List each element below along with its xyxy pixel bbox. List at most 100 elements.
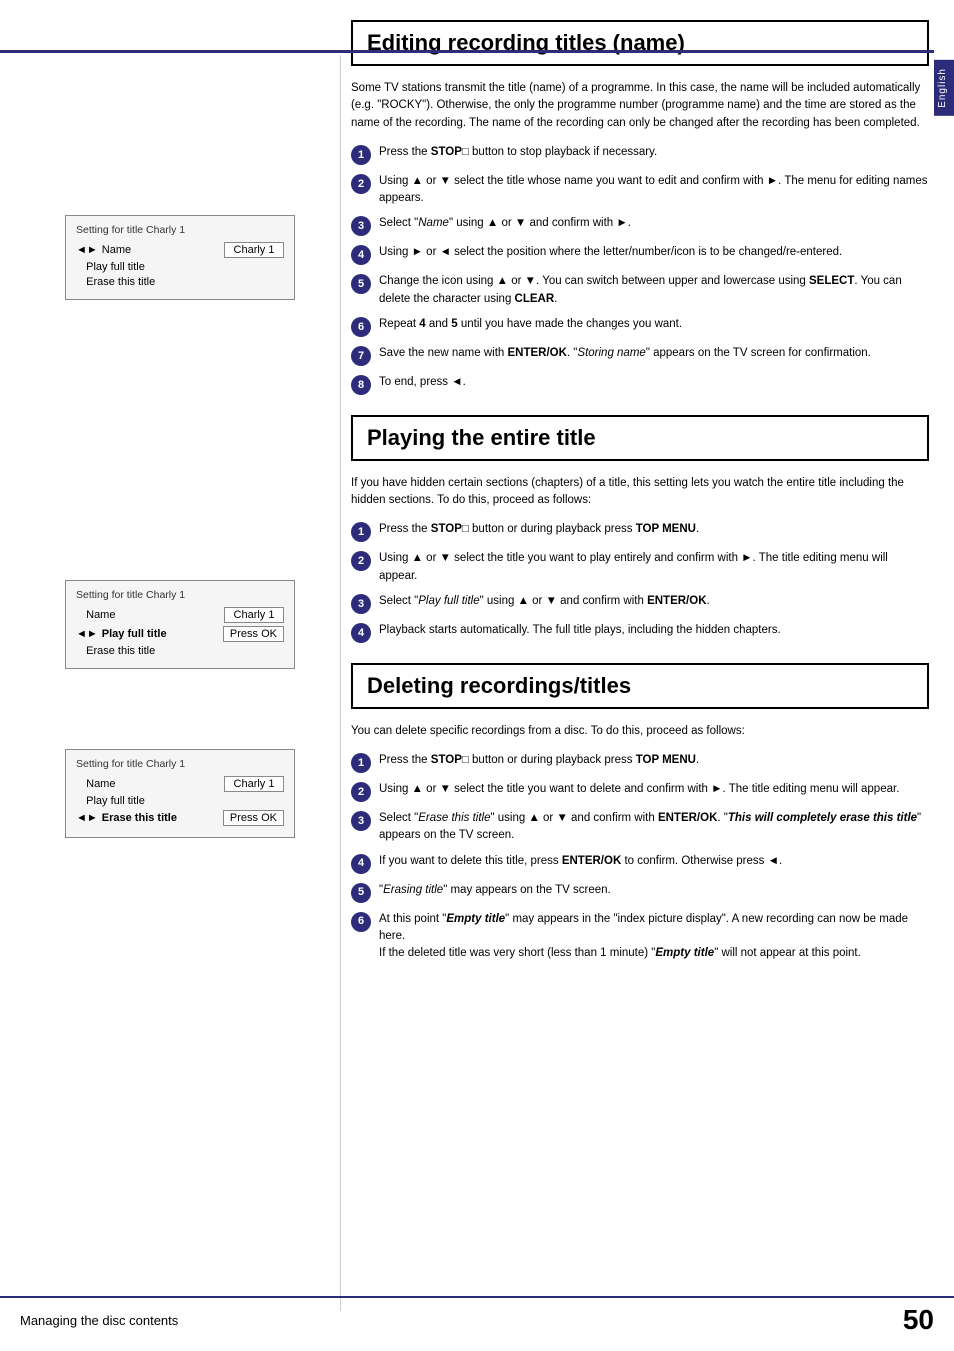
step-text-7: Save the new name with ENTER/OK. "Storin… xyxy=(379,345,929,362)
step-text-6: Repeat 4 and 5 until you have made the c… xyxy=(379,316,929,333)
step-item: 6 Repeat 4 and 5 until you have made the… xyxy=(351,316,929,337)
step-number-5: 5 xyxy=(351,274,371,294)
step-number-7: 7 xyxy=(351,346,371,366)
step-item: 2 Using ▲ or ▼ select the title you want… xyxy=(351,781,929,802)
footer-left-text: Managing the disc contents xyxy=(20,1313,178,1328)
screen2-row2-value: Press OK xyxy=(223,626,284,642)
screen3-row2-label: Play full title xyxy=(86,795,284,807)
step-text-s3-5: "Erasing title" may appears on the TV sc… xyxy=(379,882,929,899)
step-item: 3 Select "Erase this title" using ▲ or ▼… xyxy=(351,810,929,845)
screen1-row3-arrow xyxy=(76,276,82,288)
screen1-row2-label: Play full title xyxy=(86,261,284,273)
screen1-row3: Erase this title xyxy=(76,276,284,288)
step-number-s3-6: 6 xyxy=(351,912,371,932)
screen3-row2: Play full title xyxy=(76,795,284,807)
screen3-row1-label: Name xyxy=(86,778,224,790)
screen3-row3-label: Erase this title xyxy=(102,812,223,824)
step-number-2: 2 xyxy=(351,174,371,194)
screen3-row3: ◄► Erase this title Press OK xyxy=(76,810,284,826)
step-text-s2-3: Select "Play full title" using ▲ or ▼ an… xyxy=(379,593,929,610)
section2-steps: 1 Press the STOP□ button or during playb… xyxy=(351,521,929,643)
step-item: 4 If you want to delete this title, pres… xyxy=(351,853,929,874)
right-panel: Editing recording titles (name) Some TV … xyxy=(341,0,954,1351)
screen1-row1: ◄► Name Charly 1 xyxy=(76,242,284,258)
left-panel: Setting for title Charly 1 ◄► Name Charl… xyxy=(0,0,340,1351)
section2-title: Playing the entire title xyxy=(351,415,929,461)
screen2-row2: ◄► Play full title Press OK xyxy=(76,626,284,642)
step-number-s2-4: 4 xyxy=(351,623,371,643)
screen2-row3-arrow xyxy=(76,645,82,657)
screen2-row3: Erase this title xyxy=(76,645,284,657)
step-text-4: Using ► or ◄ select the position where t… xyxy=(379,244,929,261)
screen1-row1-arrow: ◄► xyxy=(76,244,98,256)
screen3-row3-arrow: ◄► xyxy=(76,812,98,824)
screen2-row1-arrow xyxy=(76,609,82,621)
step-number-s2-1: 1 xyxy=(351,522,371,542)
step-number-s3-1: 1 xyxy=(351,753,371,773)
screen-mockup-1: Setting for title Charly 1 ◄► Name Charl… xyxy=(65,215,295,300)
step-item: 6 At this point "Empty title" may appear… xyxy=(351,911,929,963)
footer-page-number: 50 xyxy=(903,1304,934,1336)
step-text-s3-4: If you want to delete this title, press … xyxy=(379,853,929,870)
step-text-s2-2: Using ▲ or ▼ select the title you want t… xyxy=(379,550,929,585)
section1-title: Editing recording titles (name) xyxy=(351,20,929,66)
screen3-title: Setting for title Charly 1 xyxy=(76,758,284,770)
screen3-row1-value: Charly 1 xyxy=(224,776,284,792)
screen3-row2-arrow xyxy=(76,795,82,807)
step-item: 7 Save the new name with ENTER/OK. "Stor… xyxy=(351,345,929,366)
step-text-2: Using ▲ or ▼ select the title whose name… xyxy=(379,173,929,208)
screen2-row2-arrow: ◄► xyxy=(76,628,98,640)
screen2-row1-label: Name xyxy=(86,609,224,621)
step-item: 4 Using ► or ◄ select the position where… xyxy=(351,244,929,265)
section2-intro: If you have hidden certain sections (cha… xyxy=(351,475,929,510)
step-item: 5 "Erasing title" may appears on the TV … xyxy=(351,882,929,903)
step-item: 4 Playback starts automatically. The ful… xyxy=(351,622,929,643)
step-number-s3-4: 4 xyxy=(351,854,371,874)
screen1-row1-label: Name xyxy=(102,244,224,256)
step-number-s2-2: 2 xyxy=(351,551,371,571)
step-item: 8 To end, press ◄. xyxy=(351,374,929,395)
screen2-row1-value: Charly 1 xyxy=(224,607,284,623)
screen1-title: Setting for title Charly 1 xyxy=(76,224,284,236)
step-item: 1 Press the STOP□ button or during playb… xyxy=(351,752,929,773)
step-number-s3-2: 2 xyxy=(351,782,371,802)
step-text-s3-3: Select "Erase this title" using ▲ or ▼ a… xyxy=(379,810,929,845)
step-text-s3-6: At this point "Empty title" may appears … xyxy=(379,911,929,963)
step-text-s2-4: Playback starts automatically. The full … xyxy=(379,622,929,639)
step-item: 3 Select "Name" using ▲ or ▼ and confirm… xyxy=(351,215,929,236)
page-footer: Managing the disc contents 50 xyxy=(0,1296,954,1336)
language-tab: English xyxy=(934,60,954,116)
step-text-1: Press the STOP□ button to stop playback … xyxy=(379,144,929,161)
step-text-8: To end, press ◄. xyxy=(379,374,929,391)
step-text-s3-1: Press the STOP□ button or during playbac… xyxy=(379,752,929,769)
screen-mockup-3: Setting for title Charly 1 Name Charly 1… xyxy=(65,749,295,838)
step-text-3: Select "Name" using ▲ or ▼ and confirm w… xyxy=(379,215,929,232)
step-text-5: Change the icon using ▲ or ▼. You can sw… xyxy=(379,273,929,308)
section3-intro: You can delete specific recordings from … xyxy=(351,723,929,740)
section1-intro: Some TV stations transmit the title (nam… xyxy=(351,80,929,132)
step-text-s2-1: Press the STOP□ button or during playbac… xyxy=(379,521,929,538)
section3-steps: 1 Press the STOP□ button or during playb… xyxy=(351,752,929,962)
step-item: 2 Using ▲ or ▼ select the title you want… xyxy=(351,550,929,585)
step-number-6: 6 xyxy=(351,317,371,337)
step-item: 3 Select "Play full title" using ▲ or ▼ … xyxy=(351,593,929,614)
section1-steps: 1 Press the STOP□ button to stop playbac… xyxy=(351,144,929,395)
screen1-row3-label: Erase this title xyxy=(86,276,284,288)
screen2-title: Setting for title Charly 1 xyxy=(76,589,284,601)
step-number-s3-5: 5 xyxy=(351,883,371,903)
step-number-4: 4 xyxy=(351,245,371,265)
screen3-row1-arrow xyxy=(76,778,82,790)
step-number-s2-3: 3 xyxy=(351,594,371,614)
screen1-row2: Play full title xyxy=(76,261,284,273)
screen1-row1-value: Charly 1 xyxy=(224,242,284,258)
step-item: 5 Change the icon using ▲ or ▼. You can … xyxy=(351,273,929,308)
screen3-row1: Name Charly 1 xyxy=(76,776,284,792)
screen1-row2-arrow xyxy=(76,261,82,273)
screen2-row1: Name Charly 1 xyxy=(76,607,284,623)
step-item: 1 Press the STOP□ button to stop playbac… xyxy=(351,144,929,165)
screen3-row3-value: Press OK xyxy=(223,810,284,826)
step-item: 1 Press the STOP□ button or during playb… xyxy=(351,521,929,542)
step-number-3: 3 xyxy=(351,216,371,236)
screen2-row3-label: Erase this title xyxy=(86,645,284,657)
step-text-s3-2: Using ▲ or ▼ select the title you want t… xyxy=(379,781,929,798)
